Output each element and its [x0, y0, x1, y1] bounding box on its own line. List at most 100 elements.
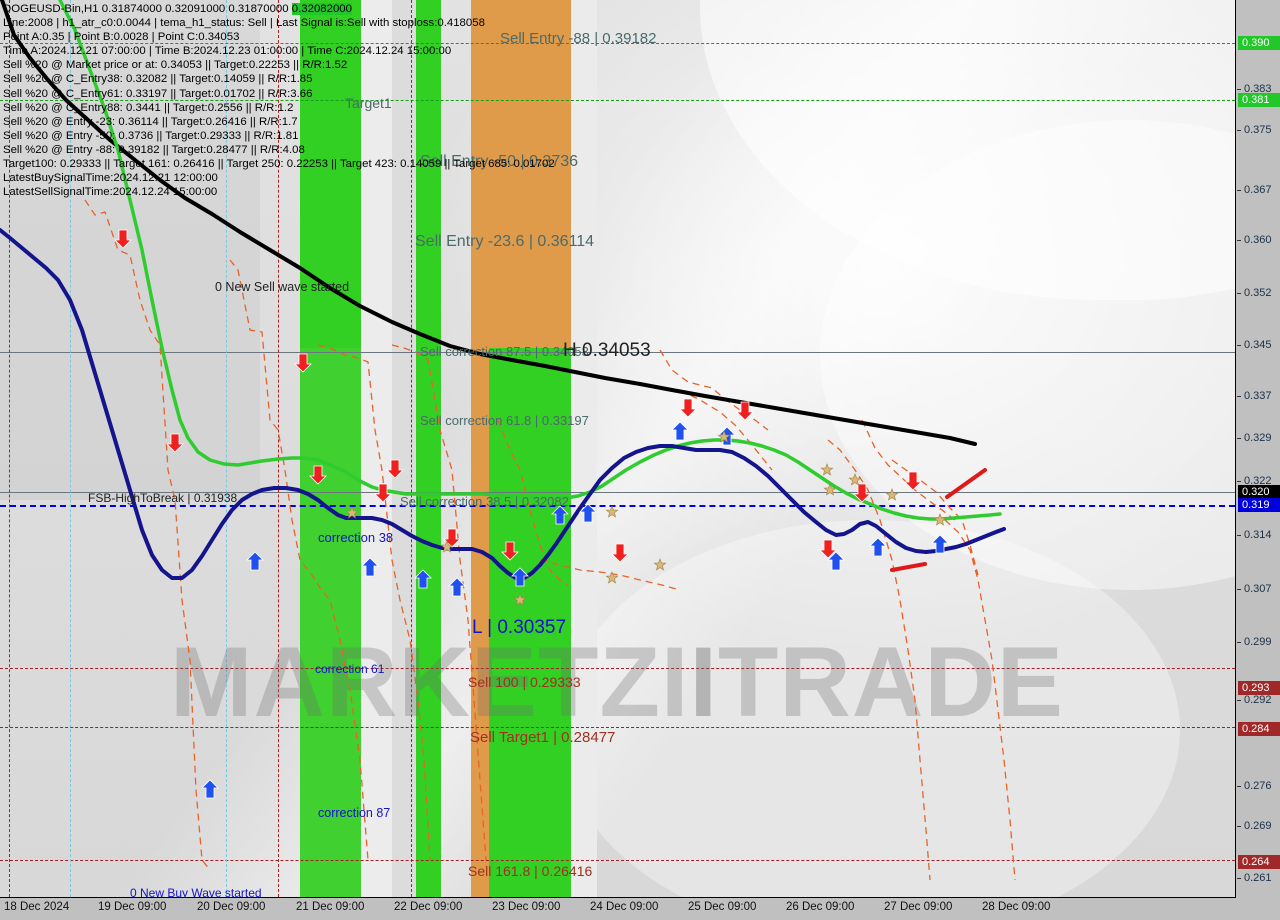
annotation-sell-target1: Sell Target1 | 0.28477	[470, 729, 616, 746]
time-tick-21-dec-09-00: 21 Dec 09:00	[296, 901, 365, 913]
price-tick-label: 0.329	[1244, 432, 1272, 444]
annotation-correction-87: correction 87	[318, 806, 391, 820]
broker-watermark: MARKETZIITRADE	[170, 625, 1180, 739]
annotation-new-buy-wave: 0 New Buy Wave started	[130, 886, 262, 898]
price-tick-label: 0.261	[1244, 872, 1272, 884]
price-axis[interactable]: 0.390 0.383 0.381 0.375 0.367 0.360 0.352 0.345…	[1236, 0, 1280, 898]
price-tick-0.360: 0.360	[1236, 233, 1280, 247]
header-line-5: Sell %20 @ C_Entry61: 0.33197 || Target:…	[3, 87, 313, 100]
price-tick-label: 0.307	[1244, 583, 1272, 595]
price-tick-0.367: 0.367	[1236, 183, 1280, 197]
symbol-ohlc-text: DOGEUSD-Bin,H1 0.31874000 0.32091000 0.3…	[3, 3, 292, 15]
time-tick-19-dec-09-00: 19 Dec 09:00	[98, 901, 167, 913]
price-tick-dash	[1237, 535, 1241, 536]
price-tick-0.264: 0.264	[1238, 855, 1280, 869]
price-tick-0.337: 0.337	[1236, 389, 1280, 403]
time-tick-26-dec-09-00: 26 Dec 09:00	[786, 901, 855, 913]
price-tick-label: 0.299	[1244, 636, 1272, 648]
price-tick-0.307: 0.307	[1236, 582, 1280, 596]
price-tick-label: 0.269	[1244, 820, 1272, 832]
price-tick-label: 0.367	[1244, 184, 1272, 196]
header-line-9: Sell %20 @ Entry -88: 0.39182 || Target:…	[3, 143, 305, 156]
annotation-point-c-price: H 0.34053	[563, 340, 651, 361]
time-tick-18-dec-2024: 18 Dec 2024	[4, 901, 70, 913]
price-tick-0.381: 0.381	[1238, 93, 1280, 107]
annotation-fsb-high-to-break: FSB-HighToBreak | 0.31938	[88, 491, 238, 505]
header-line-2: Time A:2024.12.21 07:00:00 | Time B:2024…	[3, 45, 452, 58]
time-tick-28-dec-09-00: 28 Dec 09:00	[982, 901, 1051, 913]
annotation-sell-entry-23-6: Sell Entry -23.6 | 0.36114	[415, 233, 595, 250]
price-tick-label: 0.292	[1244, 694, 1272, 706]
price-tick-dash	[1237, 345, 1241, 346]
price-tick-label: 0.360	[1244, 234, 1272, 246]
price-tick-0.375: 0.375	[1236, 123, 1280, 137]
price-tick-dash	[1237, 700, 1241, 701]
price-tick-dash	[1237, 786, 1241, 787]
price-tick-dash	[1237, 878, 1241, 879]
price-tick-label: 0.345	[1244, 339, 1272, 351]
price-tick-0.314: 0.314	[1236, 528, 1280, 542]
chart-plot-area[interactable]: MARKETZIITRADE Sell Entry -88 | 0.39182 …	[0, 0, 1236, 898]
annotation-sell-100: Sell 100 | 0.29333	[468, 674, 581, 690]
header-line-11: LatestBuySignalTime:2024.12.21 12:00:00	[3, 172, 218, 185]
price-tick-0.284: 0.284	[1238, 722, 1280, 736]
time-tick-24-dec-09-00: 24 Dec 09:00	[590, 901, 659, 913]
price-tick-0.269: 0.269	[1236, 819, 1280, 833]
price-tick-dash	[1237, 293, 1241, 294]
price-tick-label: 0.337	[1244, 390, 1272, 402]
time-tick-22-dec-09-00: 22 Dec 09:00	[394, 901, 463, 913]
header-line-6: Sell %20 @ C_Entry88: 0.3441 || Target:0…	[3, 101, 294, 114]
price-tick-0.299: 0.299	[1236, 635, 1280, 649]
time-tick-23-dec-09-00: 23 Dec 09:00	[492, 901, 561, 913]
annotation-low-price-label: L | 0.30357	[472, 617, 567, 638]
price-tick-dash	[1237, 130, 1241, 131]
chart-header-info: DOGEUSD-Bin,H1 0.31874000 0.32091000 0.3…	[3, 2, 555, 199]
price-tick-dash	[1237, 589, 1241, 590]
price-tick-label: 0.276	[1244, 780, 1272, 792]
header-line-8: Sell %20 @ Entry -50: 0.3736 || Target:0…	[3, 129, 299, 142]
annotation-sell-correction-385: Sell correction 38.5 | 0.32082	[400, 494, 569, 509]
annotation-new-sell-wave: 0 New Sell wave started	[215, 280, 350, 294]
level-bid	[0, 505, 1235, 507]
price-tick-0.345: 0.345	[1236, 338, 1280, 352]
price-tick-0.390: 0.390	[1238, 36, 1280, 50]
price-tick-dash	[1237, 826, 1241, 827]
price-tick-dash	[1237, 240, 1241, 241]
annotation-sell-correction-618: Sell correction 61.8 | 0.33197	[420, 413, 589, 428]
level-sell-1618	[0, 860, 1235, 861]
header-line-7: Sell %20 @ Entry -23: 0.36114 || Target:…	[3, 115, 298, 128]
symbol-close-value: 0.32082000	[291, 3, 352, 15]
price-tick-0.319: 0.319	[1238, 498, 1280, 512]
price-tick-dash	[1237, 89, 1241, 90]
price-tick-dash	[1237, 438, 1241, 439]
price-tick-0.261: 0.261	[1236, 871, 1280, 885]
trading-chart-window: MARKETZIITRADE Sell Entry -88 | 0.39182 …	[0, 0, 1280, 920]
price-tick-0.329: 0.329	[1236, 431, 1280, 445]
symbol-ohlc-row: DOGEUSD-Bin,H1 0.31874000 0.32091000 0.3…	[3, 2, 555, 16]
time-axis[interactable]: 18 Dec 2024 19 Dec 09:00 20 Dec 09:00 21 De…	[0, 898, 1280, 920]
price-tick-label: 0.314	[1244, 529, 1272, 541]
header-line-3: Sell %20 @ Market price or at: 0.34053 |…	[3, 59, 348, 72]
band-lightgrey-2	[571, 0, 597, 897]
annotation-correction-61: correction 61	[315, 662, 385, 676]
header-line-1: Point A:0.35 | Point B:0.0028 | Point C:…	[3, 31, 240, 44]
price-tick-0.352: 0.352	[1236, 286, 1280, 300]
watermark-right: TRADE	[717, 626, 1064, 737]
header-line-0: Line:2008 | h1_atr_c0:0.0044 | tema_h1_s…	[3, 17, 485, 30]
annotation-correction-38: correction 38	[318, 530, 394, 545]
annotation-sell-161-8: Sell 161.8 | 0.26416	[468, 863, 593, 879]
price-tick-dash	[1237, 190, 1241, 191]
price-tick-label: 0.375	[1244, 124, 1272, 136]
header-line-4: Sell %20 @ C_Entry38: 0.32082 || Target:…	[3, 73, 313, 86]
price-tick-dash	[1237, 481, 1241, 482]
watermark-left: MARKETZI	[170, 626, 690, 737]
price-tick-label: 0.352	[1244, 287, 1272, 299]
price-tick-dash	[1237, 642, 1241, 643]
price-tick-dash	[1237, 396, 1241, 397]
time-tick-27-dec-09-00: 27 Dec 09:00	[884, 901, 953, 913]
watermark-bar: I	[689, 626, 718, 737]
header-line-10: Target100: 0.29333 || Target 161: 0.2641…	[3, 158, 555, 171]
price-tick-0.292: 0.292	[1236, 693, 1280, 707]
time-tick-25-dec-09-00: 25 Dec 09:00	[688, 901, 757, 913]
header-line-12: LatestSellSignalTime:2024.12.24 15:00:00	[3, 186, 218, 199]
